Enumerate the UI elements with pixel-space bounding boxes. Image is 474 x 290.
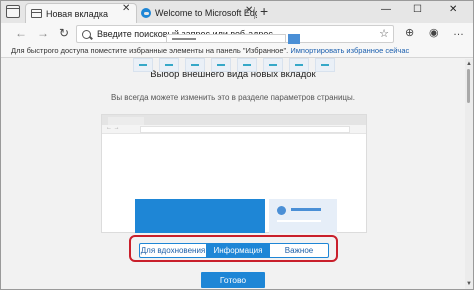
edge-logo-icon xyxy=(141,8,151,18)
tab-welcome[interactable]: Welcome to Microsoft Edge De xyxy=(139,3,257,23)
close-tab-icon[interactable]: ✕ xyxy=(245,5,253,16)
page-title: Выбор внешнего вида новых вкладок xyxy=(150,69,316,80)
collections-icon[interactable]: ⊕ xyxy=(405,26,414,39)
layout-options-group: Для вдохновения Информация Важное xyxy=(129,235,338,262)
preview-quick-link-tile xyxy=(159,58,179,72)
profile-icon[interactable]: ◉ xyxy=(429,26,439,39)
preview-quick-link-tile xyxy=(185,58,205,72)
browser-window: Новая вкладка ✕ Welcome to Microsoft Edg… xyxy=(0,0,474,290)
preview-news-dot xyxy=(277,206,286,215)
preview-quick-link-tile xyxy=(315,58,335,72)
minimize-button[interactable]: — xyxy=(381,4,391,15)
close-tab-icon[interactable]: ✕ xyxy=(122,3,130,14)
favorites-info-bar: Для быстрого доступа поместите избранные… xyxy=(1,44,473,58)
preview-quick-link-tile xyxy=(289,58,309,72)
done-button[interactable]: Готово xyxy=(201,272,265,288)
preview-quick-link-tile xyxy=(237,58,257,72)
vertical-scrollbar[interactable]: ▲ ▼ xyxy=(465,59,473,289)
page-subtitle: Вы всегда можете изменить это в разделе … xyxy=(110,93,355,102)
refresh-button[interactable]: ↻ xyxy=(59,26,69,40)
option-focused[interactable]: Важное xyxy=(269,243,329,258)
preview-address-row: ← → xyxy=(102,125,366,134)
preview-quick-link-tile xyxy=(211,58,231,72)
close-window-button[interactable]: ✕ xyxy=(449,4,457,15)
preview-news-card-side xyxy=(269,199,337,233)
tab-title: Новая вкладка xyxy=(46,8,109,19)
scroll-up-icon[interactable]: ▲ xyxy=(466,61,472,67)
preview-search-box xyxy=(166,34,286,43)
favorite-star-icon[interactable]: ☆ xyxy=(379,27,389,40)
preview-tab-strip xyxy=(102,115,366,125)
tab-actions-icon[interactable] xyxy=(6,5,20,18)
preview-address-bar xyxy=(140,126,350,133)
preview-quick-link-tile xyxy=(263,58,283,72)
option-inspirational[interactable]: Для вдохновения xyxy=(139,243,207,258)
import-favorites-link[interactable]: Импортировать избранное сейчас xyxy=(290,46,409,55)
preview-tab xyxy=(108,117,144,125)
preview-search-button xyxy=(288,34,300,44)
tab-title: Welcome to Microsoft Edge De xyxy=(155,8,257,18)
new-tab-icon xyxy=(31,9,42,18)
search-icon xyxy=(82,29,91,39)
preview-search-text xyxy=(172,38,196,40)
maximize-button[interactable]: ☐ xyxy=(413,4,422,15)
option-informational[interactable]: Информация xyxy=(207,243,269,258)
preview-news-card-main xyxy=(135,199,265,233)
back-button[interactable]: ← xyxy=(15,26,27,40)
settings-menu-icon[interactable]: … xyxy=(453,26,464,38)
preview-nav-arrows: ← → xyxy=(106,125,120,131)
new-tab-button[interactable]: + xyxy=(260,3,268,19)
scroll-down-icon[interactable]: ▼ xyxy=(466,281,472,287)
preview-news-line xyxy=(277,220,321,222)
tab-divider xyxy=(254,7,255,19)
tab-new-tab[interactable]: Новая вкладка xyxy=(25,3,137,23)
scroll-thumb[interactable] xyxy=(467,69,470,103)
preview-news-line xyxy=(291,208,321,211)
favorites-info-text: Для быстрого доступа поместите избранные… xyxy=(11,46,289,55)
tab-bar: Новая вкладка ✕ Welcome to Microsoft Edg… xyxy=(1,1,473,23)
preview-quick-link-tile xyxy=(133,58,153,72)
forward-button[interactable]: → xyxy=(37,26,49,40)
